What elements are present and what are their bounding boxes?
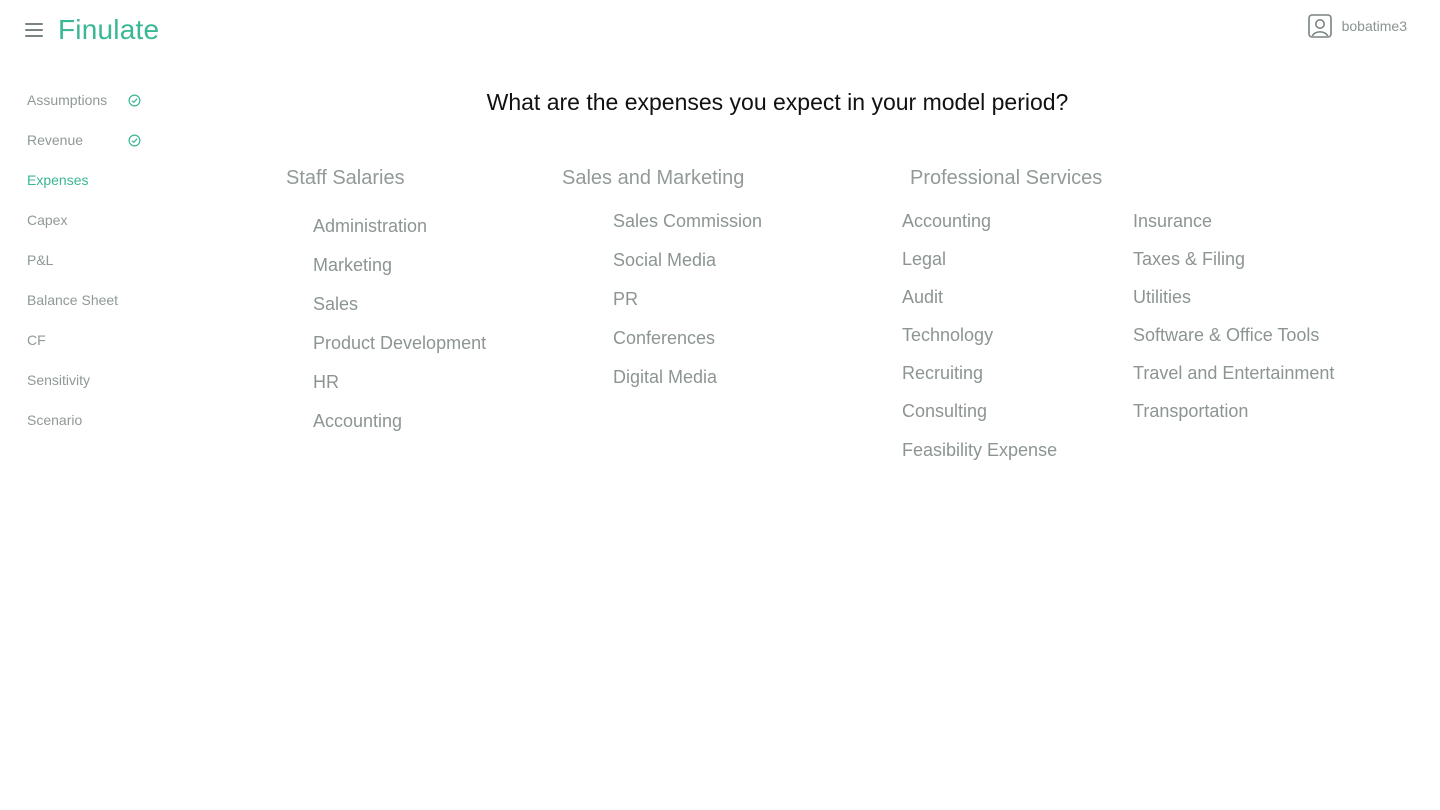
expense-option[interactable]: HR bbox=[313, 372, 339, 393]
sales-marketing-heading: Sales and Marketing bbox=[562, 167, 745, 189]
page-question: What are the expenses you expect in your… bbox=[486, 89, 1069, 115]
expense-option[interactable]: Marketing bbox=[313, 255, 392, 276]
expense-option[interactable]: Feasibility Expense bbox=[902, 440, 1057, 461]
expense-option[interactable]: Taxes & Filing bbox=[1133, 249, 1245, 270]
app-logo[interactable]: Finulate bbox=[58, 14, 159, 46]
sidebar-item-scenario[interactable]: Scenario bbox=[27, 400, 82, 440]
expense-option[interactable]: Insurance bbox=[1133, 211, 1212, 232]
user-avatar-icon bbox=[1307, 14, 1332, 38]
sidebar-item-revenue[interactable]: Revenue bbox=[27, 120, 83, 160]
sidebar-item-sensitivity[interactable]: Sensitivity bbox=[27, 360, 90, 400]
check-circle-icon bbox=[128, 94, 141, 107]
hamburger-menu-icon[interactable] bbox=[25, 23, 43, 38]
expense-option[interactable]: Recruiting bbox=[902, 363, 983, 384]
expense-option[interactable]: Legal bbox=[902, 249, 946, 270]
sidebar-item-expenses[interactable]: Expenses bbox=[27, 160, 88, 200]
expense-option[interactable]: Technology bbox=[902, 325, 993, 346]
expense-option[interactable]: Sales Commission bbox=[613, 211, 762, 232]
sidebar-item-assumptions[interactable]: Assumptions bbox=[27, 80, 107, 120]
expense-option[interactable]: Social Media bbox=[613, 250, 716, 271]
sidebar-item-cf[interactable]: CF bbox=[27, 320, 46, 360]
sidebar-item-pl[interactable]: P&L bbox=[27, 240, 53, 280]
top-bar: Finulate bobatime3 bbox=[0, 0, 1440, 62]
sidebar-item-balance-sheet[interactable]: Balance Sheet bbox=[27, 280, 118, 320]
expense-option[interactable]: Conferences bbox=[613, 328, 715, 349]
user-menu[interactable]: bobatime3 bbox=[1307, 13, 1407, 39]
expense-option[interactable]: Utilities bbox=[1133, 287, 1191, 308]
expense-option[interactable]: Digital Media bbox=[613, 367, 717, 388]
expense-option[interactable]: Consulting bbox=[902, 401, 987, 422]
check-circle-icon bbox=[128, 134, 141, 147]
expense-option[interactable]: PR bbox=[613, 289, 638, 310]
expense-option[interactable]: Audit bbox=[902, 287, 943, 308]
expense-option[interactable]: Sales bbox=[313, 294, 358, 315]
expense-option[interactable]: Product Development bbox=[313, 333, 486, 354]
professional-services-heading: Professional Services bbox=[910, 167, 1103, 189]
expense-option[interactable]: Software & Office Tools bbox=[1133, 325, 1319, 346]
expense-option[interactable]: Accounting bbox=[313, 411, 402, 432]
sidebar-item-capex[interactable]: Capex bbox=[27, 200, 67, 240]
expense-option[interactable]: Transportation bbox=[1133, 401, 1248, 422]
expense-option[interactable]: Travel and Entertainment bbox=[1133, 363, 1334, 384]
expense-option[interactable]: Accounting bbox=[902, 211, 991, 232]
username: bobatime3 bbox=[1341, 18, 1407, 34]
expense-option[interactable]: Administration bbox=[313, 216, 427, 237]
staff-salaries-heading: Staff Salaries bbox=[286, 167, 405, 189]
